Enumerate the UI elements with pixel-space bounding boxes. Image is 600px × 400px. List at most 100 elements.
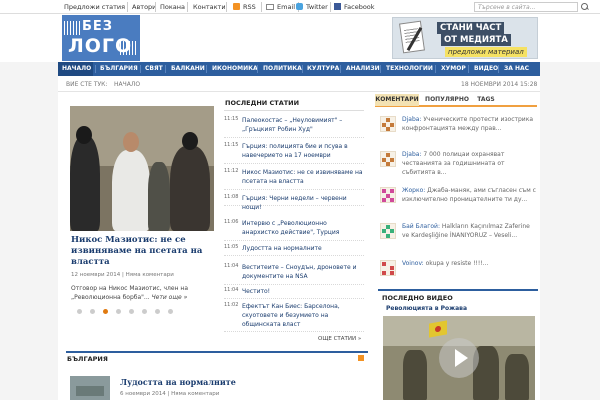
recent-item[interactable]: 11:12 Никос Мазиотис: не се извиняваме н… xyxy=(224,168,364,190)
nav-item-analyses[interactable]: АНАЛИЗИ xyxy=(346,62,380,76)
nav-item-economy[interactable]: ИКОНОМИКА xyxy=(212,62,258,76)
recent-item[interactable]: 11:04 Честито! xyxy=(224,287,364,299)
nav-item-video[interactable]: ВИДЕО xyxy=(474,62,498,76)
avatar-pixel xyxy=(386,153,390,157)
slider-dot[interactable] xyxy=(168,309,173,314)
comment-author[interactable]: Djaba: xyxy=(402,151,421,158)
nav-item-politics[interactable]: ПОЛИТИКА xyxy=(263,62,302,76)
comment-author[interactable]: Voinov: xyxy=(402,260,424,267)
slider-dot[interactable] xyxy=(129,309,134,314)
recent-time: 11:05 xyxy=(224,244,239,250)
divider xyxy=(261,2,262,12)
comment-item[interactable]: Жорко: Джаба-маняк, ами съгласен съм с и… xyxy=(380,186,538,212)
recent-title[interactable]: Интервю с „Революционно анархистко дейст… xyxy=(242,219,364,237)
featured-comments[interactable]: Няма коментари xyxy=(126,272,174,278)
facebook-link[interactable]: Facebook xyxy=(334,3,375,11)
banner-line-1: СТАНИ ЧАСТ xyxy=(437,22,505,34)
rss-label: RSS xyxy=(243,3,256,11)
divider xyxy=(140,65,141,73)
more-articles-link[interactable]: ОЩЕ СТАТИИ » xyxy=(318,336,361,342)
play-icon[interactable] xyxy=(439,338,479,378)
recent-title[interactable]: Никос Мазиотис: не се извиняваме на псет… xyxy=(242,168,364,186)
breadcrumb-home[interactable]: НАЧАЛО xyxy=(114,81,140,88)
comment-text: Voinov: okupa y resiste !!!!... xyxy=(402,259,538,268)
slider-dot[interactable] xyxy=(77,309,82,314)
video-heading: ПОСЛЕДНО ВИДЕО xyxy=(382,294,453,302)
nav-item-world[interactable]: СВЯТ xyxy=(145,62,163,76)
divider xyxy=(468,65,469,73)
recent-item[interactable]: 11:15 Гърция: полицията бие и псува в на… xyxy=(224,142,364,164)
top-link-suggest[interactable]: Предложи статия xyxy=(64,3,125,11)
recent-title[interactable]: Гърция: Черни недели – червени нощи! xyxy=(242,194,364,212)
recent-item[interactable]: 11:08 Гърция: Черни недели – червени нощ… xyxy=(224,194,364,211)
search-input[interactable]: Търсене в сайта... xyxy=(474,2,578,12)
recent-title[interactable]: Веститеите – Сноудън, дроновете и докуме… xyxy=(242,263,364,281)
comment-item[interactable]: Djaba: 7 000 полицаи охраняват чествания… xyxy=(380,150,538,176)
top-link-contacts[interactable]: Контакти xyxy=(193,3,226,11)
comment-item[interactable]: Бай Благой: Halkların Kaçınılmaz Zaferin… xyxy=(380,222,538,248)
recent-title[interactable]: Гърция: полицията бие и псува в навечери… xyxy=(242,142,364,160)
recent-time: 11:04 xyxy=(224,263,239,269)
recent-item[interactable]: 11:15 Палеокостас – „Неуловимият" – „Гръ… xyxy=(224,116,364,138)
recent-title[interactable]: Ефектът Кан Биес: Барселона, скуотовете … xyxy=(242,302,364,329)
slider-dot[interactable] xyxy=(155,309,160,314)
slider-dot[interactable] xyxy=(142,309,147,314)
nav-item-culture[interactable]: КУЛТУРА xyxy=(307,62,339,76)
article-comments[interactable]: Няма коментари xyxy=(171,391,219,397)
divider xyxy=(302,65,303,73)
nav-item-technology[interactable]: ТЕХНОЛОГИИ xyxy=(386,62,433,76)
recent-title[interactable]: Честито! xyxy=(242,287,364,296)
nav-item-humor[interactable]: ХУМОР xyxy=(441,62,466,76)
featured-image[interactable] xyxy=(70,106,214,231)
rss-link[interactable]: RSS xyxy=(233,3,256,11)
rss-icon[interactable] xyxy=(358,355,364,361)
slider-dot[interactable] xyxy=(90,309,95,314)
comment-body[interactable]: okupa y resiste !!!!... xyxy=(424,260,489,267)
avatar-pixel xyxy=(382,262,386,266)
comment-author[interactable]: Жорко: xyxy=(402,187,425,194)
nav-item-about[interactable]: ЗА НАС xyxy=(504,62,529,76)
recent-item[interactable]: 11:05 Лудостта на нормалните xyxy=(224,244,364,256)
nav-item-balkans[interactable]: БАЛКАНИ xyxy=(171,62,205,76)
recent-item[interactable]: 11:06 Интервю с „Революционно анархистко… xyxy=(224,219,364,241)
comment-body[interactable]: Ученическите протести изострика конфронт… xyxy=(402,116,533,132)
header-banner[interactable]: СТАНИ ЧАСТ ОТ МЕДИЯТА предложи материал xyxy=(392,17,538,59)
comment-author[interactable]: Бай Благой: xyxy=(402,223,440,230)
comment-text: Djaba: 7 000 полицаи охраняват чествания… xyxy=(402,150,538,177)
mail-icon xyxy=(266,4,274,10)
tab-comments[interactable]: КОМЕНТАРИ xyxy=(375,94,419,106)
section-title-bulgaria[interactable]: БЪЛГАРИЯ xyxy=(67,355,108,363)
recent-title[interactable]: Палеокостас – „Неуловимият" – „Гръцкият … xyxy=(242,116,364,134)
nav-item-bulgaria[interactable]: БЪЛГАРИЯ xyxy=(100,62,138,76)
top-link-authors[interactable]: Автори xyxy=(132,3,156,11)
twitter-link[interactable]: Twitter xyxy=(296,3,328,11)
slider-dot-active[interactable] xyxy=(103,309,108,314)
recent-title[interactable]: Лудостта на нормалните xyxy=(242,244,364,253)
tab-tags[interactable]: TAGS xyxy=(475,94,497,106)
avatar-pixel xyxy=(390,266,394,270)
top-link-invite[interactable]: Покана xyxy=(160,3,185,11)
article-thumbnail[interactable] xyxy=(70,376,110,400)
site-logo[interactable]: БЕЗ ЛОГО xyxy=(62,15,140,61)
tab-popular[interactable]: ПОПУЛЯРНО xyxy=(421,94,473,106)
search-icon[interactable] xyxy=(580,2,590,12)
recent-item[interactable]: 11:02 Ефектът Кан Биес: Барселона, скуот… xyxy=(224,302,364,332)
divider xyxy=(380,65,381,73)
comment-item[interactable]: Djaba: Ученическите протести изострика к… xyxy=(380,115,538,141)
comment-author[interactable]: Djaba: xyxy=(402,116,421,123)
slider-dot[interactable] xyxy=(116,309,121,314)
article-title[interactable]: Лудостта на нормалните xyxy=(120,377,236,387)
figure-shape xyxy=(76,126,92,144)
logo-text-top: БЕЗ xyxy=(82,19,114,34)
nav-item-home[interactable]: НАЧАЛО xyxy=(58,62,93,76)
site-header: БЕЗ ЛОГО СТАНИ ЧАСТ ОТ МЕДИЯТА предложи … xyxy=(0,14,600,62)
video-title[interactable]: Революцията в Рожава xyxy=(386,305,467,312)
read-more-link[interactable]: Чети още » xyxy=(152,294,188,301)
featured-date: 12 ноември 2014 xyxy=(71,272,121,278)
featured-title[interactable]: Никос Мазиотис: не се извиняваме на псет… xyxy=(71,235,215,268)
recent-item[interactable]: 11:04 Веститеите – Сноудън, дроновете и … xyxy=(224,263,364,285)
comment-item[interactable]: Voinov: okupa y resiste !!!!... xyxy=(380,259,538,277)
email-link[interactable]: Email xyxy=(266,3,295,11)
video-player[interactable] xyxy=(383,316,535,400)
figure-shape xyxy=(170,146,210,231)
